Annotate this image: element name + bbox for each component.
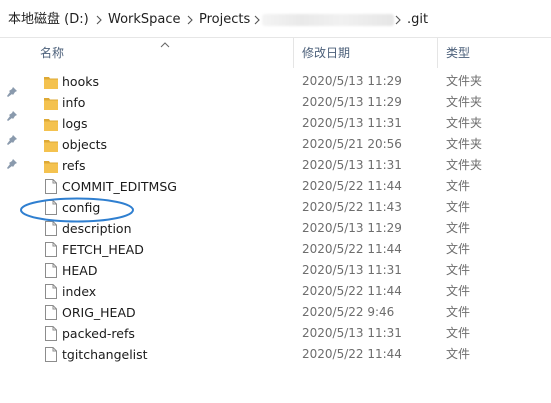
file-row[interactable]: info 2020/5/13 11:29 文件夹	[0, 92, 551, 113]
breadcrumb-separator-icon[interactable]	[253, 12, 261, 28]
file-name: COMMIT_EDITMSG	[62, 179, 177, 194]
folder-icon	[44, 73, 58, 90]
file-date: 2020/5/22 11:44	[302, 347, 402, 361]
file-icon	[44, 346, 58, 363]
file-row[interactable]: refs 2020/5/13 11:31 文件夹	[0, 155, 551, 176]
file-icon	[44, 283, 58, 300]
address-bar[interactable]: 本地磁盘 (D:) WorkSpace Projects .git	[0, 0, 551, 38]
file-name: hooks	[62, 74, 99, 89]
file-row[interactable]: ORIG_HEAD 2020/5/22 9:46 文件	[0, 302, 551, 323]
breadcrumb-separator-icon[interactable]	[394, 12, 402, 28]
file-type: 文件	[446, 263, 471, 277]
column-header-type[interactable]: 类型	[446, 46, 470, 60]
breadcrumb-separator-icon[interactable]	[186, 12, 194, 28]
column-divider[interactable]	[437, 38, 438, 68]
file-type: 文件	[446, 200, 471, 214]
file-type: 文件	[446, 326, 471, 340]
column-header-date[interactable]: 修改日期	[302, 46, 350, 60]
file-type: 文件	[446, 242, 471, 256]
file-date: 2020/5/13 11:31	[302, 326, 402, 340]
file-type: 文件夹	[446, 116, 483, 130]
file-name: HEAD	[62, 263, 98, 278]
file-date: 2020/5/22 9:46	[302, 305, 395, 319]
file-name: packed-refs	[62, 326, 135, 341]
file-name: refs	[62, 158, 86, 173]
breadcrumb-workspace[interactable]: WorkSpace	[108, 12, 181, 28]
file-row[interactable]: HEAD 2020/5/13 11:31 文件	[0, 260, 551, 281]
file-type: 文件夹	[446, 74, 483, 88]
file-row[interactable]: hooks 2020/5/13 11:29 文件夹	[0, 71, 551, 92]
file-icon	[44, 262, 58, 279]
breadcrumb-projects[interactable]: Projects	[199, 12, 250, 28]
file-date: 2020/5/13 11:29	[302, 74, 402, 88]
file-row[interactable]: tgitchangelist 2020/5/22 11:44 文件	[0, 344, 551, 365]
file-date: 2020/5/22 11:43	[302, 200, 402, 214]
breadcrumb-separator-icon[interactable]	[95, 12, 103, 28]
file-type: 文件夹	[446, 158, 483, 172]
file-type: 文件夹	[446, 95, 483, 109]
file-row[interactable]: FETCH_HEAD 2020/5/22 11:44 文件	[0, 239, 551, 260]
file-date: 2020/5/13 11:29	[302, 221, 402, 235]
file-date: 2020/5/13 11:31	[302, 263, 402, 277]
file-name: FETCH_HEAD	[62, 242, 144, 257]
file-icon	[44, 241, 58, 258]
annotation-ellipse	[20, 197, 134, 223]
file-name: index	[62, 284, 97, 299]
file-date: 2020/5/13 11:31	[302, 116, 402, 130]
file-row[interactable]: objects 2020/5/21 20:56 文件夹	[0, 134, 551, 155]
folder-icon	[44, 94, 58, 111]
file-row[interactable]: index 2020/5/22 11:44 文件	[0, 281, 551, 302]
breadcrumb-drive[interactable]: 本地磁盘 (D:)	[8, 12, 89, 28]
file-type: 文件夹	[446, 137, 483, 151]
column-header-name[interactable]: 名称	[40, 46, 64, 60]
file-name: tgitchangelist	[62, 347, 148, 362]
file-type: 文件	[446, 179, 471, 193]
file-row[interactable]: COMMIT_EDITMSG 2020/5/22 11:44 文件	[0, 176, 551, 197]
file-name: ORIG_HEAD	[62, 305, 136, 320]
file-date: 2020/5/22 11:44	[302, 284, 402, 298]
file-icon	[44, 178, 58, 195]
file-date: 2020/5/13 11:29	[302, 95, 402, 109]
file-row[interactable]: packed-refs 2020/5/13 11:31 文件	[0, 323, 551, 344]
sort-ascending-icon	[160, 38, 170, 48]
file-date: 2020/5/21 20:56	[302, 137, 402, 151]
file-type: 文件	[446, 305, 471, 319]
file-date: 2020/5/22 11:44	[302, 179, 402, 193]
file-type: 文件	[446, 221, 471, 235]
file-name: objects	[62, 137, 108, 152]
file-date: 2020/5/13 11:31	[302, 158, 402, 172]
file-icon	[44, 325, 58, 342]
file-type: 文件	[446, 347, 471, 361]
file-date: 2020/5/22 11:44	[302, 242, 402, 256]
folder-icon	[44, 136, 58, 153]
file-name: logs	[62, 116, 88, 131]
column-divider[interactable]	[293, 38, 294, 68]
file-name: info	[62, 95, 86, 110]
file-type: 文件	[446, 284, 471, 298]
redacted-project-name	[262, 14, 394, 26]
folder-icon	[44, 115, 58, 132]
column-header-bar: 名称 修改日期 类型	[22, 38, 551, 68]
file-row[interactable]: logs 2020/5/13 11:31 文件夹	[0, 113, 551, 134]
file-icon	[44, 304, 58, 321]
breadcrumb-current[interactable]: .git	[407, 12, 428, 28]
folder-icon	[44, 157, 58, 174]
